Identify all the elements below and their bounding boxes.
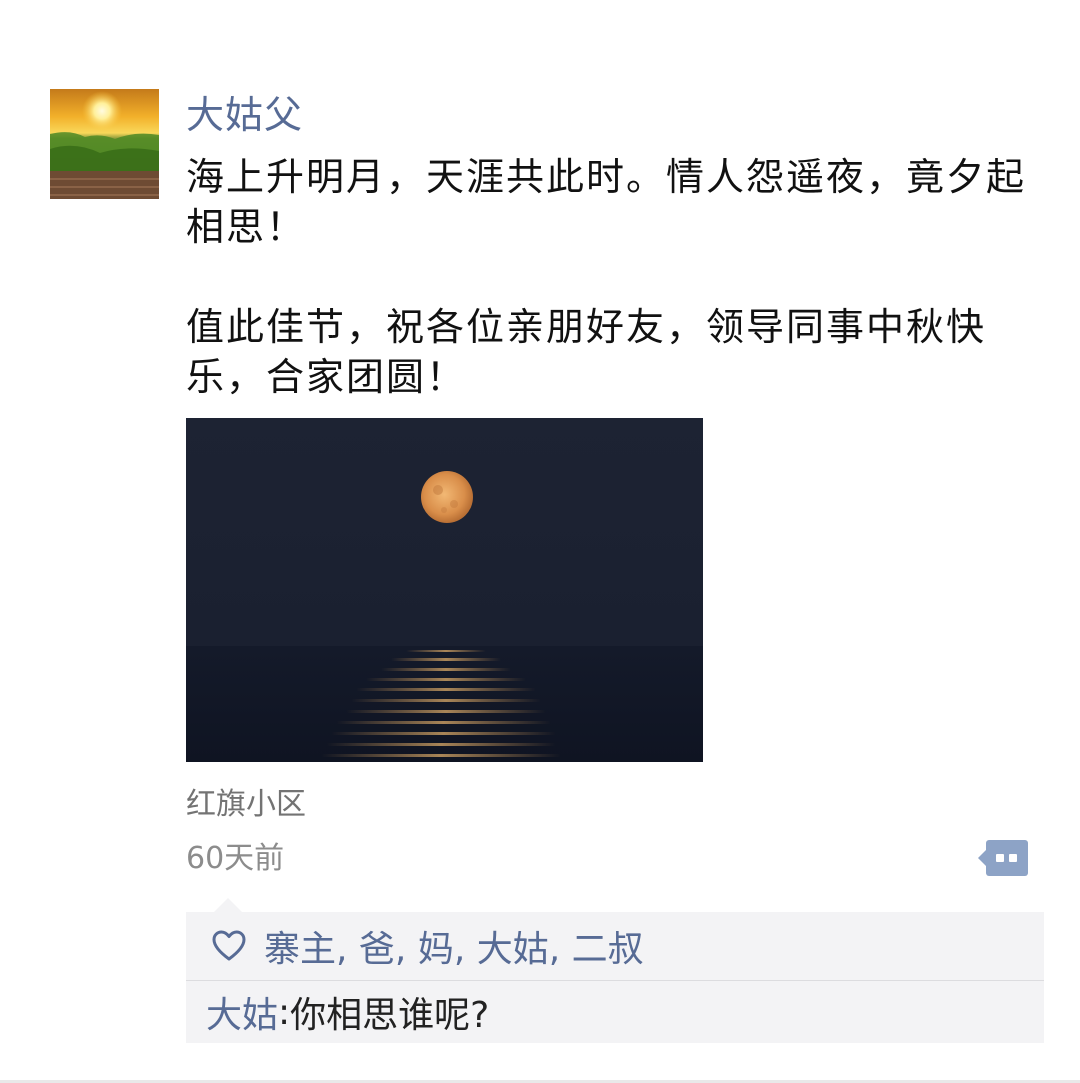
like-separator: ,	[336, 929, 359, 970]
more-actions-icon	[978, 840, 1028, 876]
liker-name[interactable]: 大姑	[477, 929, 549, 970]
post-time: 60天前	[186, 841, 285, 876]
comment-text: 你相思谁呢?	[290, 995, 490, 1036]
interaction-caret	[214, 898, 242, 912]
author-avatar[interactable]	[50, 89, 159, 199]
comment-author[interactable]: 大姑	[206, 986, 278, 1038]
like-separator: ,	[394, 929, 418, 970]
likes-list: 寨主, 爸, 妈, 大姑, 二叔	[264, 920, 644, 972]
interaction-panel: 寨主, 爸, 妈, 大姑, 二叔 大姑: 你相思谁呢?	[186, 912, 1044, 1043]
heart-icon	[212, 929, 246, 963]
post-text: 海上升明月，天涯共此时。情人怨遥夜，竟夕起相思！ 值此佳节，祝各位亲朋好友，领导…	[186, 152, 1026, 402]
full-moon-over-sea-photo	[186, 418, 703, 762]
like-separator: ,	[453, 929, 477, 970]
post-photo[interactable]	[186, 418, 703, 762]
post-text-paragraph: 值此佳节，祝各位亲朋好友，领导同事中秋快乐，合家团圆！	[186, 305, 987, 399]
like-separator: ,	[548, 929, 572, 970]
sunrise-landscape-avatar	[50, 89, 159, 199]
post-text-paragraph: 海上升明月，天涯共此时。情人怨遥夜，竟夕起相思！	[186, 155, 1027, 249]
liker-name[interactable]: 寨主	[264, 929, 336, 970]
likes-row: 寨主, 爸, 妈, 大姑, 二叔	[186, 912, 1044, 980]
comment-row[interactable]: 大姑: 你相思谁呢?	[186, 981, 1044, 1043]
liker-name[interactable]: 妈	[418, 929, 454, 970]
author-name[interactable]: 大姑父	[186, 92, 303, 138]
post-location[interactable]: 红旗小区	[186, 786, 306, 824]
more-actions-button[interactable]	[978, 840, 1028, 876]
liker-name[interactable]: 爸	[359, 929, 395, 970]
liker-name[interactable]: 二叔	[572, 929, 644, 970]
comment-colon: :	[278, 991, 291, 1033]
moments-post: 大姑父 海上升明月，天涯共此时。情人怨遥夜，竟夕起相思！ 值此佳节，祝各位亲朋好…	[0, 0, 1080, 1083]
